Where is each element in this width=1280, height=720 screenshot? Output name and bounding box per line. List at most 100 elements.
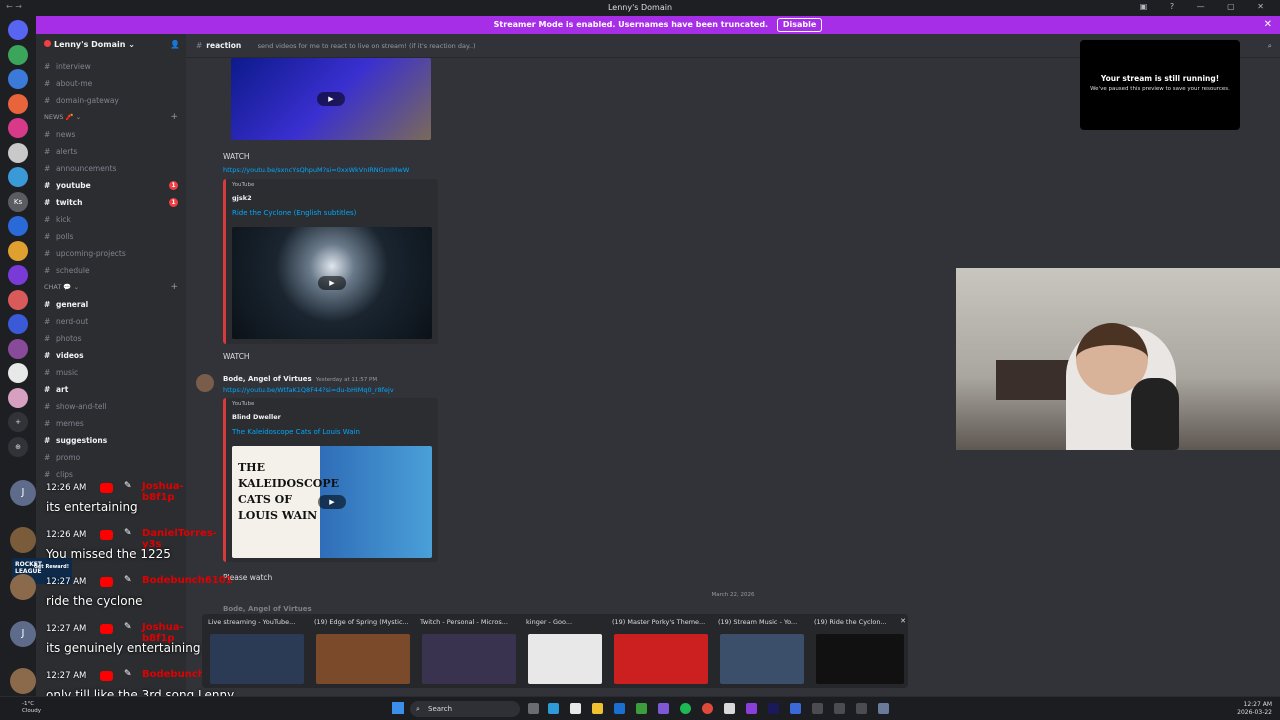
channel-item-videos[interactable]: # videos (36, 347, 186, 364)
window-thumbnail[interactable]: (19) Edge of Spring (Mystic... (310, 614, 416, 688)
channel-item-alerts[interactable]: # alerts (36, 143, 186, 160)
taskbar-search[interactable]: ⌕ Search (410, 701, 520, 717)
channel-item-domain-gateway[interactable]: # domain-gateway (36, 92, 186, 109)
server-icon[interactable] (8, 69, 28, 89)
guild-header[interactable]: Lenny's Domain ⌄ 👤 (36, 34, 186, 58)
channel-item-twitch[interactable]: # twitch 1 (36, 194, 186, 211)
edge-icon[interactable] (548, 703, 559, 714)
channel-item-announcements[interactable]: # announcements (36, 160, 186, 177)
author-name[interactable]: Bode, Angel of Virtues (223, 375, 312, 383)
window-thumbnail[interactable]: (19) Master Porky's Theme... (608, 614, 714, 688)
window-thumbnail[interactable]: kinger - Goo... (522, 614, 608, 688)
play-icon[interactable]: ▶ (318, 276, 346, 290)
channel-category[interactable]: CHAT 💬 ⌄ + (36, 279, 186, 296)
invite-icon[interactable]: 👤 (170, 40, 180, 49)
server-icon[interactable]: + (8, 412, 28, 432)
spotify-icon[interactable] (680, 703, 691, 714)
window-thumbnail-preview[interactable] (720, 634, 804, 684)
close-icon[interactable]: ✕ (900, 617, 906, 625)
system-clock[interactable]: 12:27 AM 2026-03-22 (1237, 701, 1272, 717)
channel-item-news[interactable]: # news (36, 126, 186, 143)
banner-close-icon[interactable]: ✕ (1264, 16, 1272, 34)
embed-author[interactable]: gjsk2 (232, 194, 252, 202)
server-icon[interactable] (8, 387, 28, 408)
server-icon[interactable] (8, 216, 28, 236)
window-thumbnail[interactable]: (19) Stream Music - Yo... (714, 614, 810, 688)
channel-item-kick[interactable]: # kick (36, 211, 186, 228)
server-icon[interactable] (8, 118, 28, 138)
obs-icon[interactable] (812, 703, 823, 714)
add-channel-icon[interactable]: + (170, 109, 178, 126)
store-icon[interactable] (570, 703, 581, 714)
message-link[interactable]: https://youtu.be/WtfaK1Q8F44?si=du-bHIMq… (223, 386, 394, 394)
video-thumbnail[interactable]: ▶ (232, 227, 432, 339)
channel-item-show-and-tell[interactable]: # show-and-tell (36, 398, 186, 415)
channel-item-memes[interactable]: # memes (36, 415, 186, 432)
channel-item-photos[interactable]: # photos (36, 330, 186, 347)
app-icon[interactable] (790, 703, 801, 714)
server-icon[interactable] (8, 44, 28, 65)
message-author[interactable]: Bode, Angel of Virtues Yesterday at 11:57… (223, 375, 377, 383)
window-thumbnail-preview[interactable] (816, 634, 904, 684)
window-thumbnail-preview[interactable] (614, 634, 708, 684)
window-thumbnail-preview[interactable] (316, 634, 410, 684)
add-channel-icon[interactable]: + (170, 279, 178, 296)
window-thumbnail-preview[interactable] (210, 634, 304, 684)
discord-icon[interactable] (658, 703, 669, 714)
outlook-icon[interactable] (614, 703, 625, 714)
disable-button[interactable]: Disable (776, 18, 823, 32)
video-thumbnail[interactable]: THE KALEIDOSCOPE CATS OF LOUIS WAIN ▶ (232, 446, 432, 558)
discord-home-icon[interactable] (8, 20, 28, 40)
channel-item-general[interactable]: # general (36, 296, 186, 313)
weather-widget[interactable]: -1°C Cloudy (22, 701, 41, 715)
channel-item-promo[interactable]: # promo (36, 449, 186, 466)
channel-item-youtube[interactable]: # youtube 1 (36, 177, 186, 194)
channel-item-suggestions[interactable]: # suggestions (36, 432, 186, 449)
windows-start-icon[interactable] (392, 702, 404, 714)
server-icon[interactable] (8, 240, 28, 261)
search-icon[interactable]: ⌕ (1268, 34, 1272, 58)
embed-title[interactable]: The Kaleidoscope Cats of Louis Wain (232, 428, 360, 436)
server-icon[interactable] (8, 289, 28, 310)
server-icon[interactable] (8, 142, 28, 163)
window-thumbnail[interactable]: Live streaming - YouTube... (204, 614, 310, 688)
task-view-icon[interactable] (528, 703, 539, 714)
channel-item-nerd-out[interactable]: # nerd-out (36, 313, 186, 330)
file-explorer-icon[interactable] (592, 703, 603, 714)
twitch-icon[interactable] (746, 703, 757, 714)
server-icon[interactable] (8, 93, 28, 114)
settings-icon[interactable] (724, 703, 735, 714)
window-thumbnail-preview[interactable] (422, 634, 516, 684)
server-icon[interactable] (8, 265, 28, 285)
window-controls[interactable]: ▣ ? — ▢ ✕ (1140, 2, 1274, 11)
avatar[interactable] (196, 374, 214, 392)
window-thumbnail[interactable]: Twitch - Personal - Micros... (416, 614, 522, 688)
app-icon[interactable] (878, 703, 889, 714)
server-icon[interactable]: ⊕ (8, 436, 28, 457)
chrome-icon[interactable] (702, 703, 713, 714)
channel-item-polls[interactable]: # polls (36, 228, 186, 245)
server-icon[interactable] (8, 363, 28, 383)
play-icon[interactable]: ▶ (317, 92, 345, 106)
app-icon[interactable] (834, 703, 845, 714)
channel-item-music[interactable]: # music (36, 364, 186, 381)
premiere-icon[interactable] (768, 703, 779, 714)
channel-item-interview[interactable]: # interview (36, 58, 186, 75)
app-icon[interactable] (856, 703, 867, 714)
window-thumbnail[interactable]: (19) Ride the Cyclon... ✕ (810, 614, 910, 688)
channel-item-art[interactable]: # art (36, 381, 186, 398)
stream-preview[interactable]: Your stream is still running! We've paus… (1080, 40, 1240, 130)
message-author[interactable]: Bode, Angel of Virtues (223, 605, 312, 613)
channel-item-about-me[interactable]: # about-me (36, 75, 186, 92)
server-icon[interactable] (8, 338, 28, 359)
xbox-icon[interactable] (636, 703, 647, 714)
window-thumbnail-preview[interactable] (528, 634, 602, 684)
embed-author[interactable]: Blind Dweller (232, 413, 281, 421)
channel-category[interactable]: NEWS 🧨 ⌄ + (36, 109, 186, 126)
message-link[interactable]: https://youtu.be/sxncYsQhpuM?si=0xxWkVnI… (223, 166, 409, 174)
play-icon[interactable]: ▶ (318, 495, 346, 509)
video-thumbnail[interactable]: ▶ (231, 58, 431, 140)
channel-item-schedule[interactable]: # schedule (36, 262, 186, 279)
server-icon[interactable]: Ks (8, 191, 28, 212)
server-icon[interactable] (8, 167, 28, 187)
